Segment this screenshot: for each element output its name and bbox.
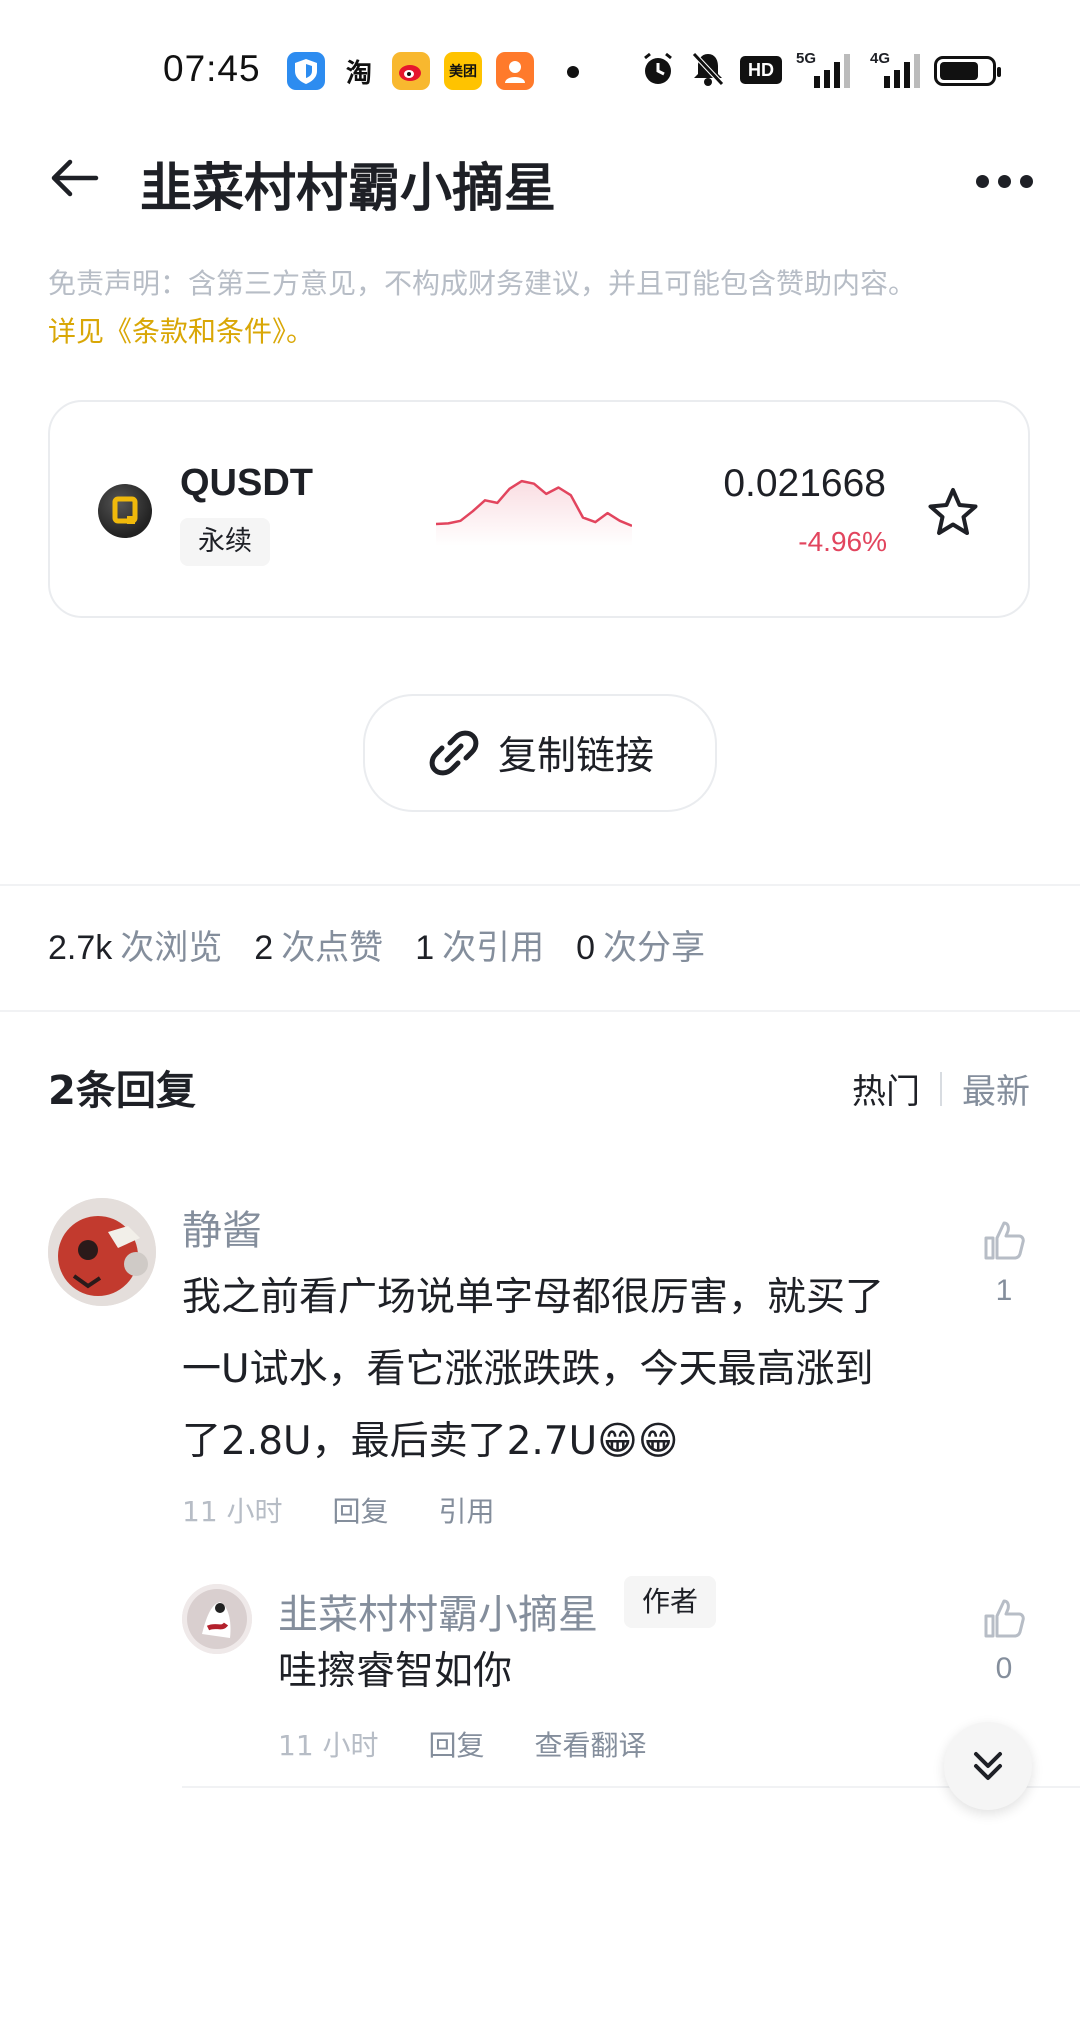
arrow-left-icon [51, 159, 99, 197]
like-count: 0 [995, 1652, 1013, 1685]
disclaimer: 免责声明：含第三方意见，不构成财务建议，并且可能包含赞助内容。 详见《条款和条件… [48, 260, 1038, 356]
disclaimer-text: 免责声明：含第三方意见，不构成财务建议，并且可能包含赞助内容。 [48, 267, 917, 300]
dot-icon [1020, 174, 1033, 188]
tab-latest[interactable]: 最新 [962, 1064, 1030, 1113]
mute-bell-icon [692, 52, 724, 86]
author-badge: 作者 [624, 1576, 717, 1628]
stat-label: 次引用 [442, 928, 545, 968]
signal-5g-icon: 5G [796, 50, 856, 90]
comment-line: 了2.8U，最后卖了2.7U😁😁 [182, 1419, 679, 1464]
quote-button[interactable]: 引用 [439, 1490, 495, 1530]
divider [0, 884, 1080, 886]
antivirus-app-icon [287, 52, 325, 90]
meituan-app-icon: 美团 [444, 52, 482, 90]
like-button[interactable]: 1 [980, 1218, 1028, 1308]
stat-number: 2.7k [48, 929, 113, 967]
back-button[interactable] [46, 150, 102, 206]
replies-count: 2条回复 [48, 1068, 196, 1114]
coin-logo-icon [98, 484, 152, 538]
like-button[interactable]: 0 [980, 1596, 1028, 1686]
orange-app-icon [496, 52, 534, 90]
stat-label: 次分享 [603, 928, 706, 968]
stat-number: 2 [254, 929, 274, 967]
link-icon [429, 730, 479, 776]
scroll-to-bottom-button[interactable] [944, 1722, 1032, 1810]
comment-time: 11 小时 [278, 1729, 379, 1762]
double-chevron-down-icon [974, 1752, 1002, 1780]
coin-symbol: QUSDT [180, 462, 313, 504]
thumbs-up-icon [984, 1599, 1025, 1638]
stat-label: 次点赞 [281, 928, 384, 968]
notification-dot-icon [567, 66, 579, 78]
coin-price: 0.021668 [723, 462, 886, 505]
divider [182, 1786, 1080, 1788]
comment-text: 我之前看广场说单字母都很厉害，就买了 一U试水，看它涨涨跌跌，今天最高涨到 了2… [182, 1262, 942, 1478]
reply-button[interactable]: 回复 [429, 1724, 485, 1764]
like-count: 1 [995, 1274, 1013, 1307]
comment-line: 一U试水，看它涨涨跌跌，今天最高涨到 [182, 1347, 874, 1392]
more-options-button[interactable] [976, 166, 1034, 196]
reply-button[interactable]: 回复 [333, 1490, 389, 1530]
stat-number: 1 [415, 929, 435, 967]
taobao-app-icon: 淘 [345, 58, 372, 89]
alarm-icon [644, 52, 672, 84]
dot-icon [998, 174, 1011, 188]
weibo-app-icon [392, 52, 430, 90]
stat-likes: 2 次点赞 [254, 920, 383, 969]
sparkline-area [436, 481, 632, 546]
copy-link-button[interactable]: 复制链接 [363, 694, 717, 812]
signal-4g-icon: 4G [870, 50, 930, 90]
stat-number: 0 [576, 929, 596, 967]
thumbs-up-icon [984, 1221, 1025, 1260]
battery-icon [934, 56, 1001, 86]
comment-line: 我之前看广场说单字母都很厉害，就买了 [182, 1275, 885, 1320]
divider [0, 1010, 1080, 1012]
comment-author[interactable]: 韭菜村村霸小摘星 [278, 1582, 598, 1640]
stat-views: 2.7k 次浏览 [48, 920, 222, 969]
terms-link[interactable]: 详见《条款和条件》。 [48, 308, 1038, 356]
status-time: 07:45 [163, 48, 261, 89]
avatar[interactable] [48, 1198, 156, 1306]
price-sparkline [436, 479, 632, 546]
comment-author[interactable]: 静酱 [182, 1198, 262, 1256]
dot-icon [976, 174, 989, 188]
stat-quotes: 1 次引用 [415, 920, 544, 969]
tab-separator [940, 1071, 942, 1106]
page-title: 韭菜村村霸小摘星 [140, 159, 557, 219]
translate-button[interactable]: 查看翻译 [535, 1724, 647, 1764]
star-icon [928, 488, 978, 535]
comment-meta: 11 小时 回复 引用 [182, 1490, 495, 1530]
hd-voice-icon: HD [740, 56, 782, 84]
comment-text: 哇擦睿智如你 [278, 1649, 513, 1694]
comment-meta: 11 小时 回复 查看翻译 [278, 1724, 647, 1764]
contract-type-tag: 永续 [180, 518, 270, 566]
avatar[interactable] [182, 1584, 252, 1654]
sort-tabs: 热门 最新 [852, 1064, 1030, 1113]
tab-hot[interactable]: 热门 [852, 1064, 920, 1113]
stat-label: 次浏览 [120, 928, 223, 968]
price-change: -4.96% [798, 526, 887, 557]
copy-link-label: 复制链接 [497, 734, 654, 779]
comment-time: 11 小时 [182, 1495, 283, 1528]
stat-shares: 0 次分享 [576, 920, 705, 969]
favorite-button[interactable] [924, 484, 982, 542]
post-stats: 2.7k 次浏览 2 次点赞 1 次引用 0 次分享 [48, 920, 705, 969]
